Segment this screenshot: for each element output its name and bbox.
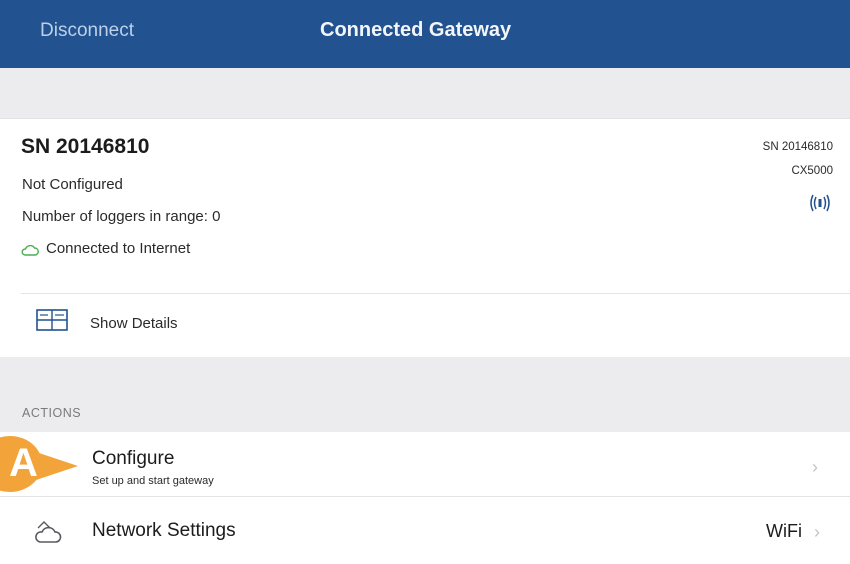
signal-waves-icon — [810, 194, 830, 212]
actions-header: ACTIONS — [22, 406, 82, 420]
navigation-bar: Disconnect Connected Gateway — [0, 0, 850, 68]
show-details-button[interactable]: Show Details — [90, 315, 178, 332]
chevron-right-icon: › — [812, 457, 818, 477]
page-title: Connected Gateway — [320, 19, 512, 41]
network-settings-title[interactable]: Network Settings — [92, 520, 236, 542]
configuration-status: Not Configured — [22, 176, 123, 193]
top-spacer — [0, 68, 850, 119]
serial-number-label: SN 20146810 — [762, 141, 833, 153]
chevron-right-icon: › — [814, 522, 820, 542]
disconnect-button[interactable]: Disconnect — [40, 20, 134, 42]
loggers-in-range: Number of loggers in range: 0 — [22, 208, 221, 225]
gateway-serial-title: SN 20146810 — [21, 135, 150, 158]
card-divider — [21, 293, 850, 294]
internet-status: Connected to Internet — [46, 240, 191, 257]
details-panel-icon — [36, 309, 68, 331]
cloud-icon — [21, 244, 39, 256]
configure-title[interactable]: Configure — [92, 448, 174, 470]
actions-section-band — [0, 357, 850, 432]
gateway-card: SN 20146810 Not Configured Number of log… — [0, 119, 850, 357]
network-settings-value: WiFi — [766, 521, 802, 541]
configure-subtitle: Set up and start gateway — [92, 475, 214, 487]
network-cloud-icon — [35, 521, 62, 543]
callout-badge-letter: A — [9, 441, 38, 485]
model-label: CX5000 — [791, 165, 833, 177]
